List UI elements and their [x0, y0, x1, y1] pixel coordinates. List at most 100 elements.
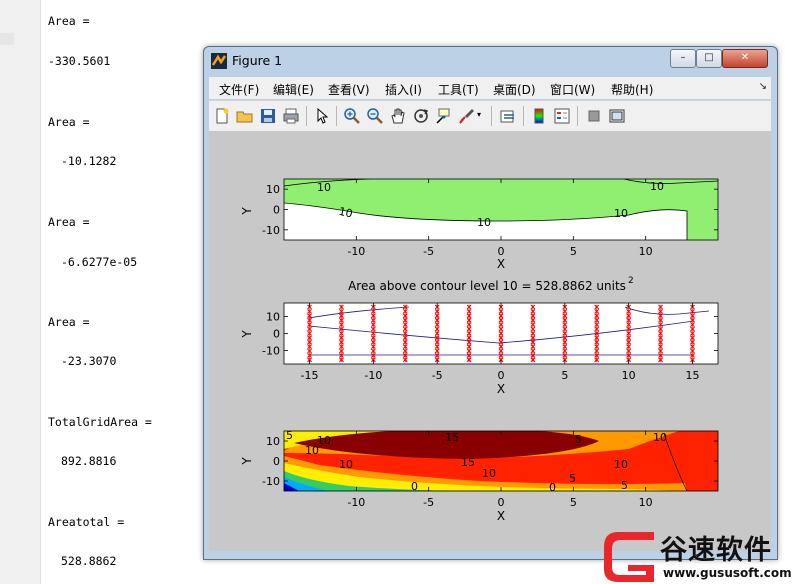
output-value: -10.1282: [61, 154, 117, 168]
menu-dock-arrow-icon[interactable]: ↘: [759, 81, 767, 92]
x-tick-label: 0: [498, 369, 505, 382]
menu-tools[interactable]: 工具(T): [438, 81, 479, 98]
x-tick-label: 10: [639, 496, 653, 509]
title-bar[interactable]: Figure 1 – □ ✕: [204, 47, 777, 75]
x-tick-label: -10: [364, 369, 382, 382]
contour-label: 10: [650, 180, 664, 193]
figure-toolbar: ▾: [209, 100, 771, 132]
x-tick-label: 0: [498, 496, 505, 509]
contour-label: 10: [305, 444, 319, 457]
y-tick-label: -10: [262, 475, 280, 488]
menu-help[interactable]: 帮助(H): [611, 81, 653, 98]
x-tick-label: -15: [301, 369, 319, 382]
y-axis-label: Y: [240, 330, 254, 339]
contour-label: 5: [575, 433, 582, 446]
plot-title: Area above contour level 10 = 528.8862 u…: [348, 279, 626, 293]
pan-hand-icon[interactable]: [389, 107, 407, 125]
y-tick-label: 0: [273, 328, 280, 341]
x-tick-label: -5: [432, 369, 443, 382]
contour-label: 10: [614, 458, 628, 471]
toolbar-separator: [336, 106, 337, 126]
menu-desktop[interactable]: 桌面(D): [493, 81, 536, 98]
maximize-button[interactable]: □: [696, 49, 722, 68]
menu-view[interactable]: 查看(V): [328, 81, 370, 98]
close-button[interactable]: ✕: [722, 49, 768, 68]
contour-label: 5: [286, 429, 293, 442]
brush-dropdown-icon[interactable]: ▾: [477, 110, 485, 128]
output-value: 528.8862: [61, 554, 117, 568]
y-axis-label: Y: [240, 207, 254, 216]
x-tick-label: 5: [570, 245, 577, 258]
contour-label: 0: [411, 480, 418, 493]
zoom-out-icon[interactable]: [366, 107, 384, 125]
output-line: TotalGridArea =: [48, 415, 152, 429]
output-line: Area =: [48, 115, 90, 129]
legend-icon[interactable]: [553, 107, 571, 125]
y-axis-label: Y: [240, 457, 254, 466]
contour-label: 10: [614, 207, 628, 220]
contour-label: 5: [621, 479, 628, 492]
zoom-in-icon[interactable]: [343, 107, 361, 125]
toolbar-separator: [306, 106, 307, 126]
open-folder-icon[interactable]: [236, 107, 254, 125]
new-file-icon[interactable]: [213, 107, 231, 125]
figure-canvas[interactable]: 10 10 10 10 10 -10 -5 0 5 10 10 0 -10 X Y Area …: [209, 131, 771, 551]
x-axis-label: X: [497, 382, 505, 396]
matlab-logo-icon: [211, 53, 227, 69]
menu-window[interactable]: 窗口(W): [550, 81, 595, 98]
figure-window[interactable]: Figure 1 – □ ✕ 文件(F) 编辑(E) 查看(V) 插入(I) 工…: [203, 46, 778, 560]
plot-title-superscript: 2: [628, 276, 634, 286]
y-tick-label: 10: [266, 183, 280, 196]
output-value: 892.8816: [61, 454, 117, 468]
contour-label: 10: [339, 458, 353, 471]
output-line: Areatotal =: [48, 515, 125, 529]
plots-svg[interactable]: 10 10 10 10 10 -10 -5 0 5 10100-10 X Y Area …: [209, 131, 771, 551]
x-tick-label: 5: [570, 496, 577, 509]
output-value: -23.3070: [61, 354, 117, 368]
x-tick-label: -10: [347, 245, 365, 258]
x-axis-label: X: [497, 509, 505, 523]
contour-label: 10: [477, 216, 491, 229]
y-tick-label: -10: [262, 344, 280, 357]
y-tick-label: 0: [273, 204, 280, 217]
colorbar-icon[interactable]: [530, 107, 548, 125]
x-tick-label: -5: [423, 245, 434, 258]
y-tick-label: -10: [262, 224, 280, 237]
contour-label: 10: [482, 467, 496, 480]
link-plot-icon[interactable]: [499, 107, 517, 125]
contour-label: 5: [569, 472, 576, 485]
contour-label: 10: [317, 181, 331, 194]
output-line: Area =: [48, 14, 90, 28]
toolbar-separator: [577, 106, 578, 126]
hide-plot-tools-icon[interactable]: [585, 107, 603, 125]
menu-insert[interactable]: 插入(I): [385, 81, 422, 98]
y-tick-label: 10: [266, 435, 280, 448]
output-line: Area =: [48, 215, 90, 229]
minimize-button[interactable]: –: [670, 49, 696, 68]
y-tick-label: 0: [273, 455, 280, 468]
x-tick-label: -5: [423, 496, 434, 509]
contour-label: 15: [445, 431, 459, 444]
menu-edit[interactable]: 编辑(E): [273, 81, 314, 98]
show-plot-tools-icon[interactable]: [608, 107, 626, 125]
brush-icon[interactable]: [458, 107, 476, 125]
command-window-gutter: [0, 0, 41, 584]
output-value: -330.5601: [48, 54, 111, 68]
x-tick-label: -10: [347, 496, 365, 509]
menu-bar: 文件(F) 编辑(E) 查看(V) 插入(I) 工具(T) 桌面(D) 窗口(W…: [209, 77, 771, 99]
filled-region: [683, 431, 718, 491]
menu-file[interactable]: 文件(F): [219, 81, 259, 98]
pointer-icon[interactable]: [313, 107, 331, 125]
gutter-marker: [0, 33, 14, 45]
x-tick-label: 5: [561, 369, 568, 382]
window-title: Figure 1: [232, 53, 283, 68]
contour-label: 10: [317, 434, 331, 447]
save-icon[interactable]: [259, 107, 277, 125]
output-value: -6.6277e-05: [61, 255, 138, 269]
contour-label: 0: [549, 481, 556, 494]
y-tick-label: 10: [266, 311, 280, 324]
print-icon[interactable]: [282, 107, 300, 125]
data-cursor-icon[interactable]: [435, 107, 453, 125]
subplot-1: 10 10 10 10 10 -10 -5 0 5 10100-10 X Y: [240, 178, 719, 271]
rotate-3d-icon[interactable]: [412, 107, 430, 125]
